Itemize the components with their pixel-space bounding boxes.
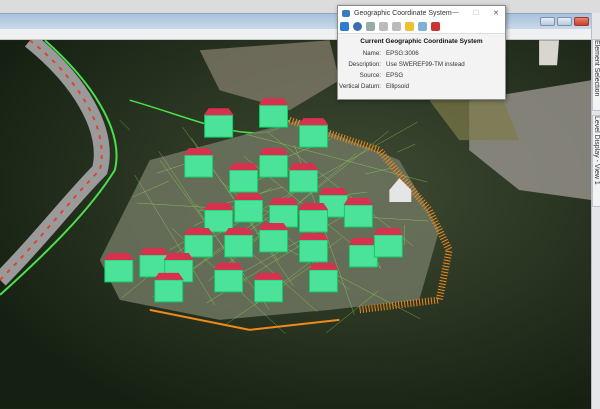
tab-element-selection[interactable]: Element Selection (592, 39, 600, 111)
building (268, 198, 299, 228)
info-icon[interactable] (340, 22, 349, 31)
view-minimize-button[interactable] (540, 17, 555, 26)
building (183, 148, 214, 178)
dialog-toolbar (338, 20, 505, 34)
field-name: Name: EPSG:3006 (362, 50, 419, 57)
delete-icon[interactable] (431, 22, 440, 31)
view-close-button[interactable] (574, 17, 589, 26)
field-source: Source: EPSG (359, 72, 404, 79)
lock-icon[interactable] (405, 22, 414, 31)
dialog-title: Geographic Coordinate System (354, 9, 452, 17)
building (223, 227, 254, 258)
dialog-title-bar: Geographic Coordinate System — ☐ ✕ (338, 6, 505, 20)
building (298, 232, 329, 263)
geographic-coordinate-system-dialog: Geographic Coordinate System — ☐ ✕ Curre… (337, 5, 506, 100)
pin-icon[interactable] (366, 22, 375, 31)
building (203, 203, 234, 233)
report-icon[interactable] (418, 22, 427, 31)
copy-icon[interactable] (379, 22, 388, 31)
coordinate-info: Current Geographic Coordinate System Nam… (338, 34, 505, 92)
building (253, 272, 284, 303)
building (298, 203, 329, 233)
side-panel-strip: Element Selection Level Display - View 1 (591, 13, 600, 409)
building (153, 272, 184, 303)
maximize-button[interactable]: ☐ (473, 9, 479, 17)
tab-level-display[interactable]: Level Display - View 1 (592, 115, 600, 207)
paste-icon[interactable] (392, 22, 401, 31)
building (233, 193, 264, 223)
field-vertical-datum: Vertical Datum: Ellipsoid (339, 83, 410, 90)
building (183, 227, 214, 258)
building (203, 108, 234, 138)
minimize-button[interactable]: — (452, 9, 459, 17)
building (258, 223, 289, 253)
house (539, 40, 560, 66)
building (258, 148, 289, 178)
view-restore-button[interactable] (557, 17, 572, 26)
building (258, 98, 289, 128)
building (228, 163, 259, 193)
close-button[interactable]: ✕ (493, 9, 499, 17)
building (298, 118, 329, 148)
building (103, 252, 134, 283)
field-description: Description: Use SWEREF99-TM instead (348, 61, 465, 68)
from-library-icon[interactable] (353, 22, 362, 31)
building (288, 163, 319, 193)
building (308, 262, 339, 293)
building (373, 227, 404, 258)
building (213, 262, 244, 293)
building (343, 198, 374, 228)
application-toolbar-strip (0, 0, 600, 13)
globe-icon (342, 9, 350, 17)
info-heading: Current Geographic Coordinate System (360, 38, 483, 45)
